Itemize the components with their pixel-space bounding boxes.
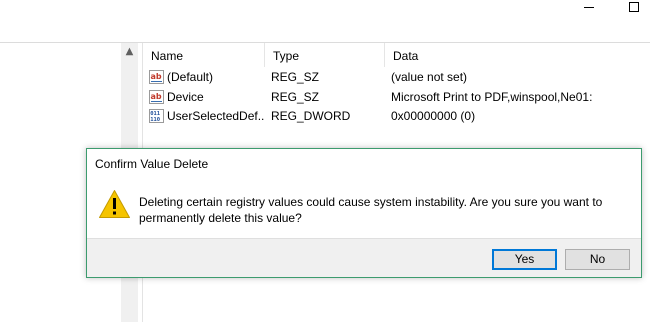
dialog-title: Confirm Value Delete	[95, 157, 209, 171]
value-data: 0x00000000 (0)	[391, 109, 476, 123]
value-name: UserSelectedDef...	[167, 109, 265, 123]
confirm-value-delete-dialog: Confirm Value Delete Deleting certain re…	[86, 148, 642, 278]
string-value-icon: ab	[149, 90, 164, 104]
column-header-type[interactable]: Type	[265, 43, 385, 67]
string-value-icon: ab	[149, 70, 164, 84]
value-name: Device	[167, 90, 204, 104]
dword-value-icon: 011 110	[149, 109, 164, 123]
scroll-up-icon[interactable]: ▲	[121, 43, 138, 60]
value-type: REG_SZ	[271, 90, 320, 104]
yes-button[interactable]: Yes	[492, 249, 557, 270]
maximize-icon[interactable]	[629, 2, 639, 12]
value-type: REG_DWORD	[271, 109, 351, 123]
list-header: Name Type Data	[143, 43, 650, 67]
window-titlebar	[0, 0, 650, 42]
column-header-name[interactable]: Name	[143, 43, 265, 67]
list-item[interactable]: 011 110 UserSelectedDef... REG_DWORD 0x0…	[143, 107, 650, 126]
list-item[interactable]: ab Device REG_SZ Microsoft Print to PDF,…	[143, 88, 650, 107]
value-data: (value not set)	[391, 70, 468, 84]
dialog-button-bar: Yes No	[87, 238, 641, 277]
column-header-data[interactable]: Data	[385, 43, 650, 67]
svg-text:110: 110	[150, 117, 160, 123]
value-name: (Default)	[167, 70, 214, 84]
no-button[interactable]: No	[565, 249, 630, 270]
minimize-icon[interactable]	[584, 7, 594, 8]
warning-icon	[99, 190, 130, 218]
list-item[interactable]: ab (Default) REG_SZ (value not set)	[143, 68, 650, 87]
value-data: Microsoft Print to PDF,winspool,Ne01:	[391, 90, 593, 104]
dialog-message: Deleting certain registry values could c…	[139, 195, 603, 225]
value-type: REG_SZ	[271, 70, 320, 84]
svg-text:ab: ab	[151, 72, 162, 81]
svg-text:ab: ab	[151, 92, 162, 101]
